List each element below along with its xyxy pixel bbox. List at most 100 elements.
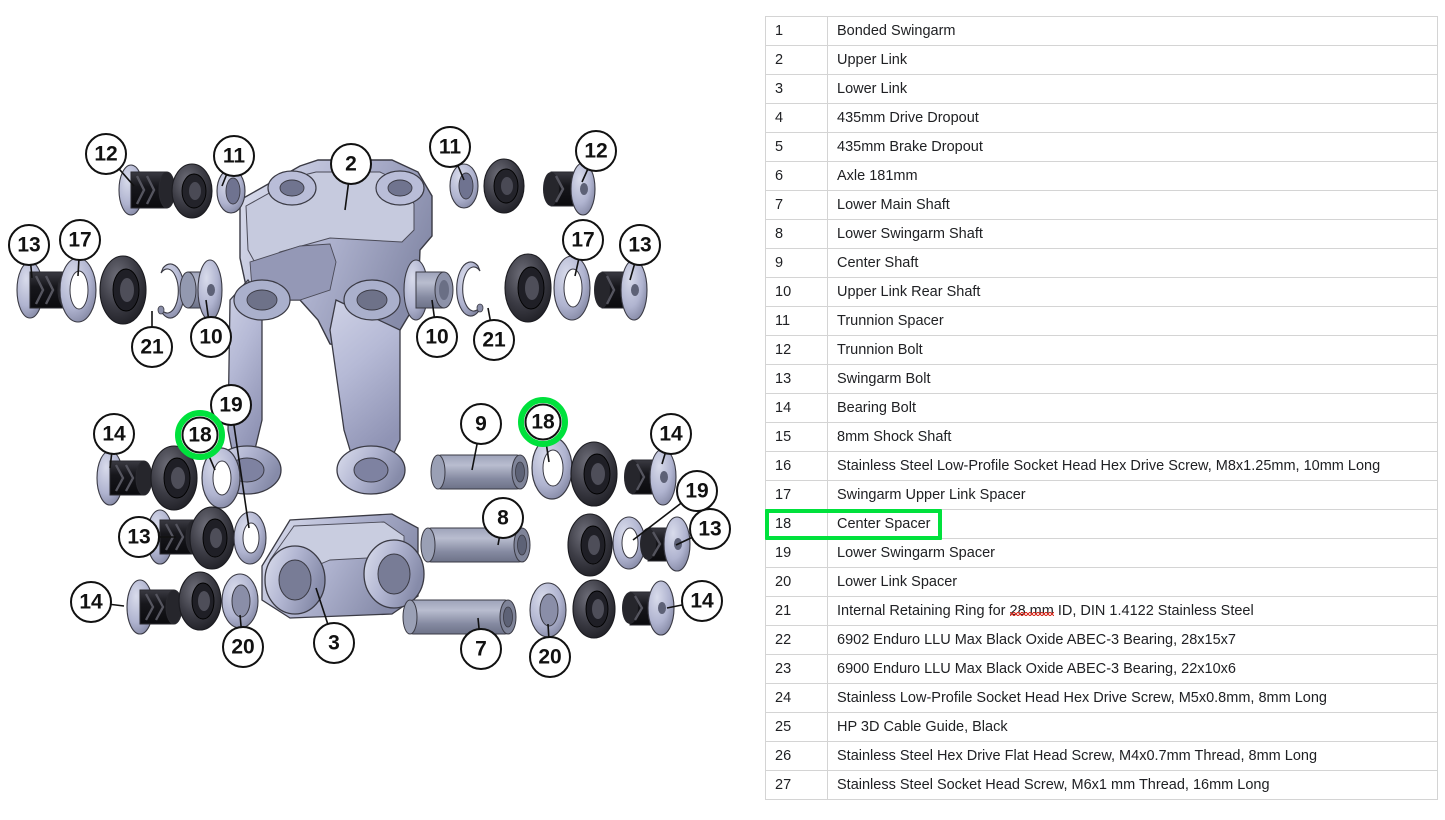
- balloon-label: 7: [475, 638, 487, 661]
- balloon-label: 10: [199, 326, 222, 349]
- table-row[interactable]: 5 435mm Brake Dropout: [765, 132, 1438, 162]
- table-row[interactable]: 13 Swingarm Bolt: [765, 364, 1438, 394]
- part-description: Center Shaft: [827, 248, 1438, 278]
- balloon-label: 9: [475, 413, 487, 436]
- table-row[interactable]: 23 6900 Enduro LLU Max Black Oxide ABEC-3…: [765, 654, 1438, 684]
- part-bearing-lower-right-a: [570, 441, 618, 507]
- part-item-number: 27: [765, 770, 828, 800]
- table-row[interactable]: 24 Stainless Low-Profile Socket Head Hex …: [765, 683, 1438, 713]
- part-upper-link-rear-shaft-left: [179, 259, 223, 321]
- part-item-number: 13: [765, 364, 828, 394]
- table-row[interactable]: 19 Lower Swingarm Spacer: [765, 538, 1438, 568]
- table-row[interactable]: 22 6902 Enduro LLU Max Black Oxide ABEC-3…: [765, 625, 1438, 655]
- part-item-number: 1: [765, 16, 828, 46]
- part-item-number: 8: [765, 219, 828, 249]
- part-swingarm-bolt-right: [594, 259, 648, 321]
- balloon-callout-14[interactable]: 14: [666, 580, 723, 622]
- part-item-number: 10: [765, 277, 828, 307]
- part-item-number: 26: [765, 741, 828, 771]
- table-row[interactable]: 21 Internal Retaining Ring for 28 mm ID, …: [765, 596, 1438, 626]
- part-description: HP 3D Cable Guide, Black: [827, 712, 1438, 742]
- balloon-label: 14: [690, 590, 714, 613]
- part-trunnion-bolt-left: [118, 164, 176, 216]
- part-bearing-top-left: [171, 163, 213, 219]
- part-description: Swingarm Bolt: [827, 364, 1438, 394]
- table-row[interactable]: 3 Lower Link: [765, 74, 1438, 104]
- table-row[interactable]: 11 Trunnion Spacer: [765, 306, 1438, 336]
- part-description: Internal Retaining Ring for 28 mm ID, DI…: [827, 596, 1438, 626]
- part-description: Lower Swingarm Shaft: [827, 219, 1438, 249]
- balloon-label: 13: [127, 526, 150, 549]
- part-description: Stainless Low-Profile Socket Head Hex Dr…: [827, 683, 1438, 713]
- part-item-number: 18: [765, 509, 828, 539]
- table-row[interactable]: 15 8mm Shock Shaft: [765, 422, 1438, 452]
- table-row[interactable]: 9 Center Shaft: [765, 248, 1438, 278]
- part-item-number: 25: [765, 712, 828, 742]
- part-lower-link: [261, 513, 425, 619]
- balloon-label: 17: [68, 229, 91, 252]
- balloon-callout-14[interactable]: 14: [70, 581, 125, 623]
- part-description: Center Spacer: [827, 509, 1438, 539]
- balloon-callout-21[interactable]: 21: [473, 307, 515, 361]
- part-item-number: 15: [765, 422, 828, 452]
- part-description: Stainless Steel Hex Drive Flat Head Scre…: [827, 741, 1438, 771]
- table-row[interactable]: 20 Lower Link Spacer: [765, 567, 1438, 597]
- table-row[interactable]: 18 Center Spacer: [765, 509, 1438, 539]
- exploded-diagram-svg: 12 11 2 11 12 13 17 21 10 10 21 17 13 19 18 9 18 14 14 19 8 1…: [8, 126, 731, 678]
- table-row[interactable]: 25 HP 3D Cable Guide, Black: [765, 712, 1438, 742]
- table-row[interactable]: 1 Bonded Swingarm: [765, 16, 1438, 46]
- table-row[interactable]: 6 Axle 181mm: [765, 161, 1438, 191]
- table-row[interactable]: 12 Trunnion Bolt: [765, 335, 1438, 365]
- balloon-label: 11: [223, 145, 246, 168]
- part-bearing-bolt-lower-left-a: [96, 450, 153, 506]
- table-row[interactable]: 4 435mm Drive Dropout: [765, 103, 1438, 133]
- table-row[interactable]: 26 Stainless Steel Hex Drive Flat Head Sc…: [765, 741, 1438, 771]
- part-retaining-ring-right: [456, 261, 484, 317]
- page-root: 12 11 2 11 12 13 17 21 10 10 21 17 13 19 18 9 18 14 14 19 8 1…: [0, 0, 1445, 820]
- table-row[interactable]: 27 Stainless Steel Socket Head Screw, M6x…: [765, 770, 1438, 800]
- table-row[interactable]: 2 Upper Link: [765, 45, 1438, 75]
- part-item-number: 24: [765, 683, 828, 713]
- part-bearing-lower-left-c: [178, 571, 222, 631]
- balloon-callout-12[interactable]: 12: [85, 133, 135, 187]
- balloon-label: 18: [188, 424, 212, 447]
- balloon-label: 13: [628, 234, 651, 257]
- balloon-label: 12: [584, 140, 607, 163]
- table-row[interactable]: 10 Upper Link Rear Shaft: [765, 277, 1438, 307]
- part-bearing-mid-left: [99, 255, 147, 325]
- part-bearing-bolt-lower-right-c: [622, 580, 675, 636]
- part-bearing-mid-right: [504, 253, 552, 323]
- part-item-number: 17: [765, 480, 828, 510]
- part-bearing-top-right: [483, 158, 525, 214]
- table-row[interactable]: 8 Lower Swingarm Shaft: [765, 219, 1438, 249]
- parts-list-body: 1 Bonded Swingarm 2 Upper Link 3 Lower Link 4 4…: [765, 16, 1438, 800]
- table-row[interactable]: 7 Lower Main Shaft: [765, 190, 1438, 220]
- balloon-label: 18: [531, 411, 555, 434]
- part-item-number: 21: [765, 596, 828, 626]
- table-row[interactable]: 17 Swingarm Upper Link Spacer: [765, 480, 1438, 510]
- part-description: Bonded Swingarm: [827, 16, 1438, 46]
- part-item-number: 20: [765, 567, 828, 597]
- part-description: Stainless Steel Low-Profile Socket Head …: [827, 451, 1438, 481]
- part-item-number: 9: [765, 248, 828, 278]
- part-swingarm-bolt-lower-right-b: [640, 516, 691, 572]
- balloon-label: 2: [345, 153, 357, 176]
- balloon-label: 20: [538, 646, 561, 669]
- part-bearing-bolt-lower-left-c: [126, 579, 183, 635]
- part-description: Bearing Bolt: [827, 393, 1438, 423]
- part-item-number: 22: [765, 625, 828, 655]
- part-item-number: 11: [765, 306, 828, 336]
- part-description: 6902 Enduro LLU Max Black Oxide ABEC-3 B…: [827, 625, 1438, 655]
- part-bearing-bolt-lower-right-a: [624, 448, 677, 506]
- balloon-label: 20: [231, 636, 254, 659]
- balloon-label: 21: [140, 336, 164, 359]
- balloon-callout-21[interactable]: 21: [131, 311, 173, 368]
- part-swingarm-upper-link-spacer-right: [553, 255, 591, 321]
- table-row[interactable]: 14 Bearing Bolt: [765, 393, 1438, 423]
- balloon-label: 3: [328, 632, 340, 655]
- spellcheck-underline: 28 mm: [1009, 603, 1054, 619]
- table-row[interactable]: 16 Stainless Steel Low-Profile Socket Hea…: [765, 451, 1438, 481]
- balloon-label: 12: [94, 143, 117, 166]
- balloon-label: 10: [425, 326, 448, 349]
- parts-list-table-container: 1 Bonded Swingarm 2 Upper Link 3 Lower Link 4 4…: [764, 16, 1438, 800]
